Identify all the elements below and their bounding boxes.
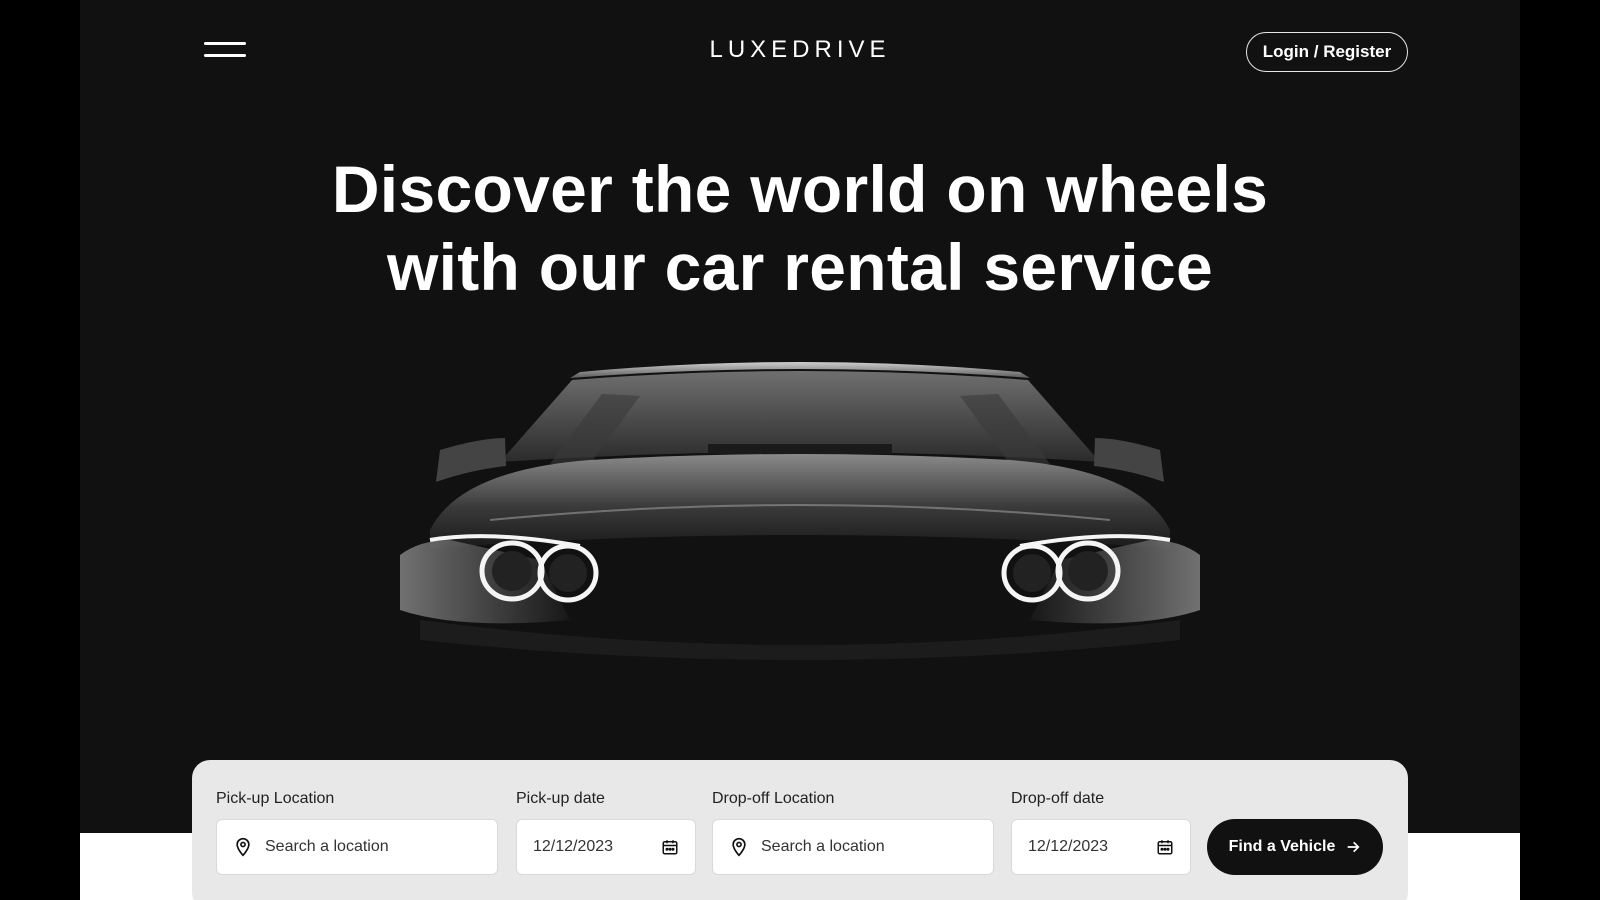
calendar-icon[interactable] [1156, 838, 1174, 856]
calendar-icon[interactable] [661, 838, 679, 856]
booking-search-bar: Pick-up Location Search a location Pick-… [192, 760, 1408, 900]
dropoff-location-placeholder: Search a location [761, 838, 885, 855]
hero-heading-line-2: with our car rental service [386, 230, 1214, 304]
arrow-right-icon [1348, 841, 1360, 853]
map-pin-icon [732, 837, 746, 857]
dropoff-location-field[interactable]: Search a location [712, 819, 994, 875]
pickup-date-field[interactable]: 12/12/2023 [516, 819, 696, 875]
pickup-location-label: Pick-up Location [216, 790, 335, 807]
landing-page: LUXEDRIVE Login / Register Discover the … [80, 0, 1520, 900]
dropoff-location-label: Drop-off Location [712, 790, 835, 807]
dropoff-date-field[interactable]: 12/12/2023 [1011, 819, 1191, 875]
car-hero-image [400, 362, 1200, 660]
dropoff-date-value: 12/12/2023 [1028, 838, 1109, 855]
hero-heading-line-1: Discover the world on wheels [331, 152, 1269, 226]
pickup-date-value: 12/12/2023 [533, 838, 614, 855]
map-pin-icon [236, 837, 250, 857]
dropoff-date-label: Drop-off date [1011, 790, 1105, 807]
find-vehicle-button[interactable]: Find a Vehicle [1207, 819, 1383, 875]
login-register-button[interactable]: Login / Register [1246, 32, 1408, 72]
pickup-location-placeholder: Search a location [265, 838, 389, 855]
pickup-date-label: Pick-up date [516, 790, 605, 807]
find-vehicle-label: Find a Vehicle [1228, 838, 1336, 855]
hero-heading: Discover the world on wheels with our ca… [80, 150, 1520, 306]
pickup-location-field[interactable]: Search a location [216, 819, 498, 875]
